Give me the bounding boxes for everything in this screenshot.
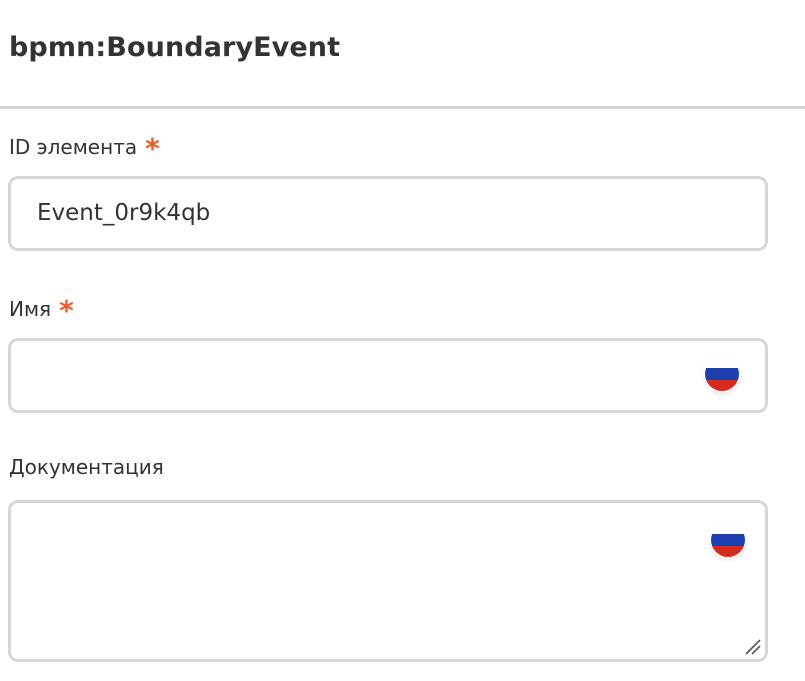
documentation-label-row: Документация [9,455,164,479]
element-id-value[interactable]: Event_0r9k4qb [37,200,210,226]
documentation-textarea[interactable] [8,500,768,662]
panel-header: bpmn:BoundaryEvent [0,0,805,109]
panel-title: bpmn:BoundaryEvent [9,32,341,63]
resize-handle-icon[interactable] [743,637,761,655]
name-input[interactable] [8,338,768,413]
name-label: Имя [9,297,52,321]
documentation-label: Документация [9,455,164,479]
name-label-row: Имя * [9,290,74,327]
element-id-label-row: ID элемента * [9,128,160,165]
element-id-label: ID элемента [9,135,138,159]
required-asterisk: * [145,132,160,165]
required-asterisk: * [59,294,74,327]
russia-flag-icon[interactable] [705,357,739,391]
element-id-input[interactable]: Event_0r9k4qb [8,176,768,251]
properties-panel: bpmn:BoundaryEvent ID элемента * Event_0r… [0,0,805,681]
russia-flag-icon[interactable] [711,523,745,557]
